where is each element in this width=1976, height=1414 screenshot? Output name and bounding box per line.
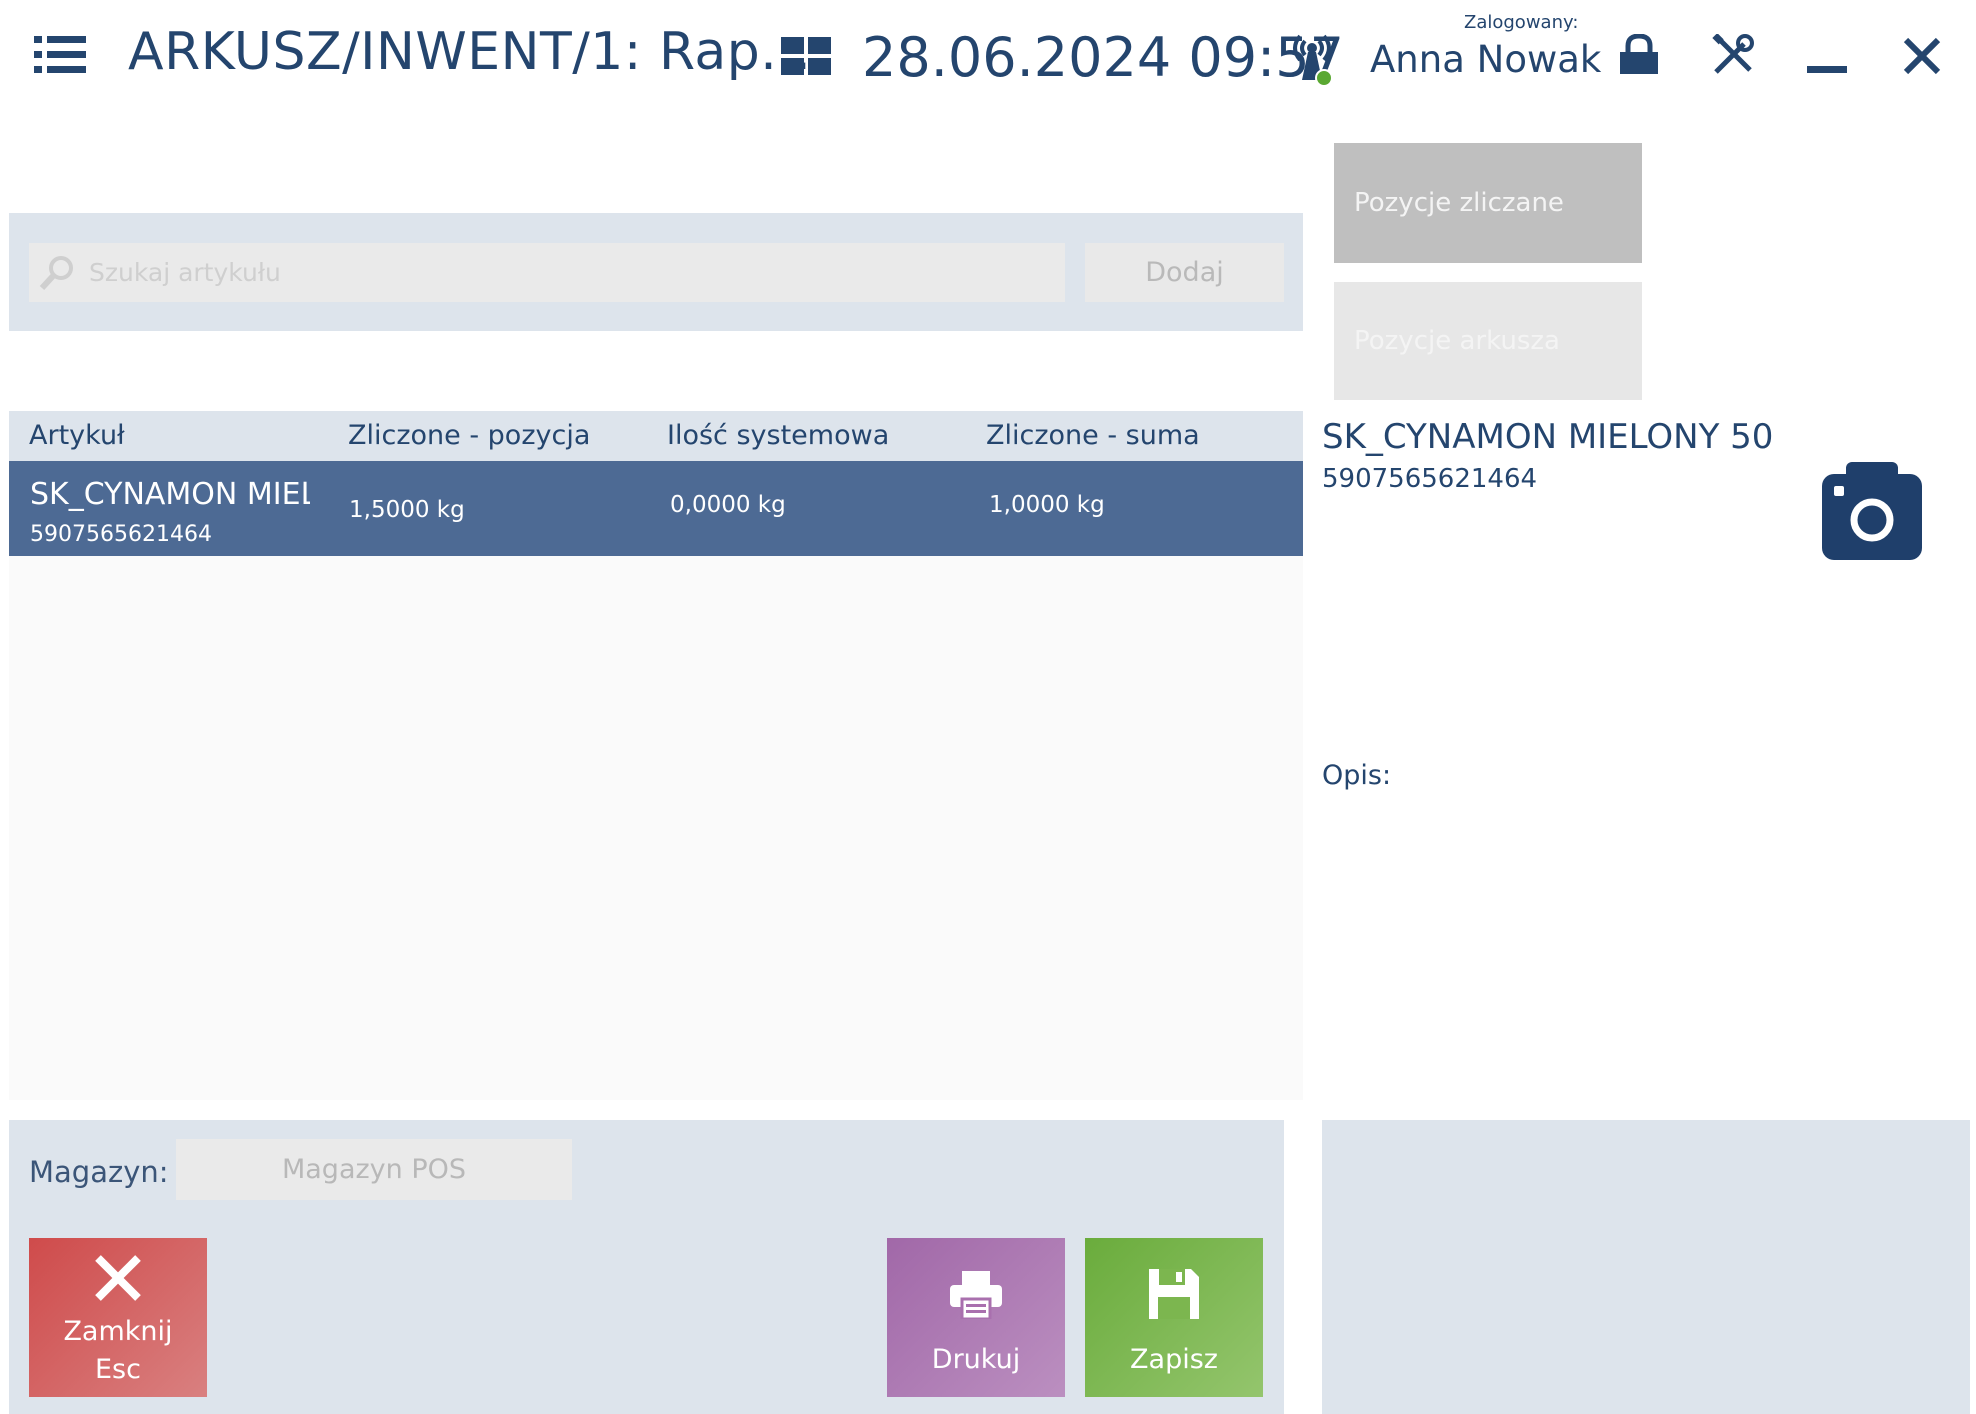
current-datetime: 28.06.2024 09:57 xyxy=(862,26,1344,89)
row-system-qty: 0,0000 kg xyxy=(670,492,786,518)
close-button[interactable]: Zamknij Esc xyxy=(29,1238,207,1397)
warehouse-label: Magazyn: xyxy=(29,1155,169,1189)
menu-icon[interactable] xyxy=(34,34,86,76)
close-icon xyxy=(95,1255,141,1301)
add-button[interactable]: Dodaj xyxy=(1085,243,1284,302)
connection-icon[interactable] xyxy=(1286,30,1338,88)
close-label: Zamknij xyxy=(63,1316,173,1347)
window-title: ARKUSZ/INWENT/1: Rap... xyxy=(128,22,812,82)
sheet-items-button[interactable]: Pozycje arkusza xyxy=(1334,282,1642,400)
description-label: Opis: xyxy=(1322,760,1392,791)
counted-items-button[interactable]: Pozycje zliczane xyxy=(1334,143,1642,263)
row-counted-position: 1,5000 kg xyxy=(349,497,465,523)
search-box[interactable] xyxy=(29,243,1065,302)
search-icon xyxy=(39,256,73,291)
print-label: Drukuj xyxy=(931,1344,1021,1375)
logged-in-label: Zalogowany: xyxy=(1464,12,1579,33)
minimize-icon[interactable] xyxy=(1807,66,1847,73)
close-shortcut: Esc xyxy=(95,1354,141,1385)
print-button[interactable]: Drukuj xyxy=(887,1238,1065,1397)
column-header-counted-total[interactable]: Zliczone - suma xyxy=(986,420,1200,451)
save-label: Zapisz xyxy=(1130,1344,1218,1375)
save-icon xyxy=(1149,1269,1199,1319)
column-header-article[interactable]: Artykuł xyxy=(29,420,125,451)
row-counted-total: 1,0000 kg xyxy=(989,492,1105,518)
tools-icon[interactable] xyxy=(1712,34,1754,76)
lock-icon[interactable] xyxy=(1618,34,1660,76)
close-window-icon[interactable] xyxy=(1902,36,1942,76)
detail-article-code: 5907565621464 xyxy=(1322,464,1538,494)
save-button[interactable]: Zapisz xyxy=(1085,1238,1263,1397)
warehouse-field[interactable]: Magazyn POS xyxy=(176,1139,572,1200)
detail-article-name: SK_CYNAMON MIELONY 500 xyxy=(1322,417,1774,457)
row-article-code: 5907565621464 xyxy=(30,522,212,547)
grid-icon[interactable] xyxy=(781,37,831,75)
column-header-counted-position[interactable]: Zliczone - pozycja xyxy=(348,420,590,451)
camera-icon[interactable] xyxy=(1822,460,1922,560)
user-name: Anna Nowak xyxy=(1370,38,1602,81)
row-article-name: SK_CYNAMON MIEL xyxy=(30,477,310,512)
detail-bottom-panel xyxy=(1322,1120,1970,1414)
search-input[interactable] xyxy=(89,243,1049,302)
column-header-system-qty[interactable]: Ilość systemowa xyxy=(667,420,889,451)
printer-icon xyxy=(950,1271,1002,1319)
